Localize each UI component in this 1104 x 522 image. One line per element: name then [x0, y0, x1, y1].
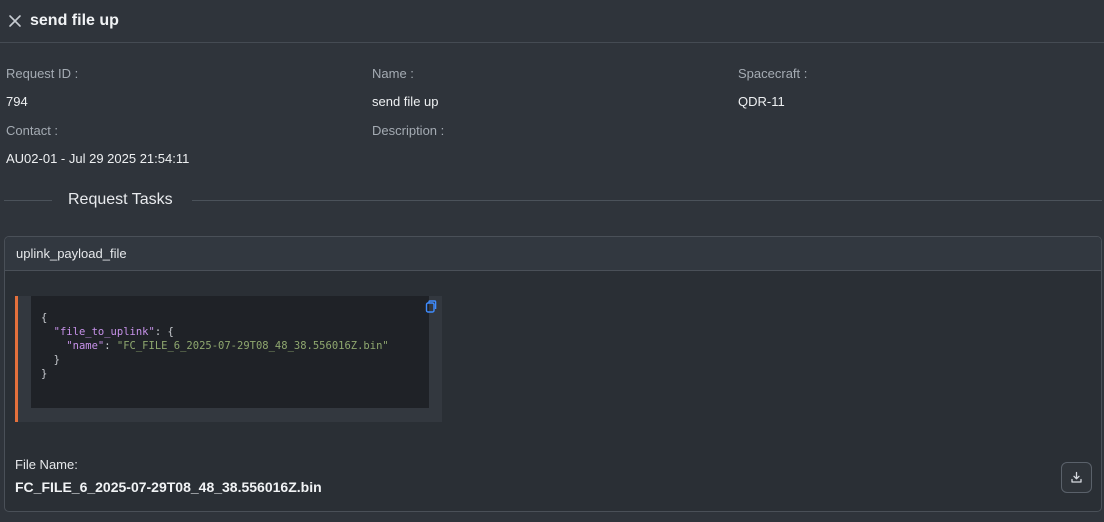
- close-button[interactable]: [7, 13, 23, 29]
- contact-label: Contact :: [6, 123, 59, 138]
- page-title: send file up: [30, 12, 119, 29]
- json-value: "FC_FILE_6_2025-07-29T08_48_38.556016Z.b…: [116, 340, 389, 352]
- task-header[interactable]: uplink_payload_file: [5, 237, 1101, 271]
- contact-value: AU02-01 - Jul 29 2025 21:54:11: [6, 151, 190, 166]
- request-id-label: Request ID :: [6, 66, 79, 81]
- section-title: Request Tasks: [68, 191, 173, 208]
- spacecraft-label: Spacecraft :: [738, 66, 808, 81]
- drawer-header: send file up: [0, 0, 1104, 43]
- json-key-outer: "file_to_uplink": [53, 326, 155, 338]
- divider-right: [192, 200, 1102, 201]
- name-label: Name :: [372, 66, 414, 81]
- code-block-wrapper: { "file_to_uplink": { "name": "FC_FILE_6…: [15, 296, 442, 422]
- download-icon: [1071, 471, 1082, 483]
- close-icon: [9, 15, 21, 27]
- divider-left: [4, 200, 52, 201]
- description-label: Description :: [372, 123, 445, 138]
- file-name-label: File Name:: [15, 457, 78, 472]
- request-id-value: 794: [6, 94, 28, 109]
- file-name-value: FC_FILE_6_2025-07-29T08_48_38.556016Z.bi…: [15, 479, 322, 495]
- spacecraft-value: QDR-11: [738, 94, 785, 109]
- task-card: uplink_payload_file { "file_to_uplink": …: [4, 236, 1102, 512]
- json-code-block: { "file_to_uplink": { "name": "FC_FILE_6…: [31, 296, 429, 408]
- json-key-inner: "name": [66, 340, 105, 352]
- download-button[interactable]: [1061, 462, 1092, 493]
- copy-icon[interactable]: [425, 300, 437, 313]
- name-value: send file up: [372, 94, 439, 109]
